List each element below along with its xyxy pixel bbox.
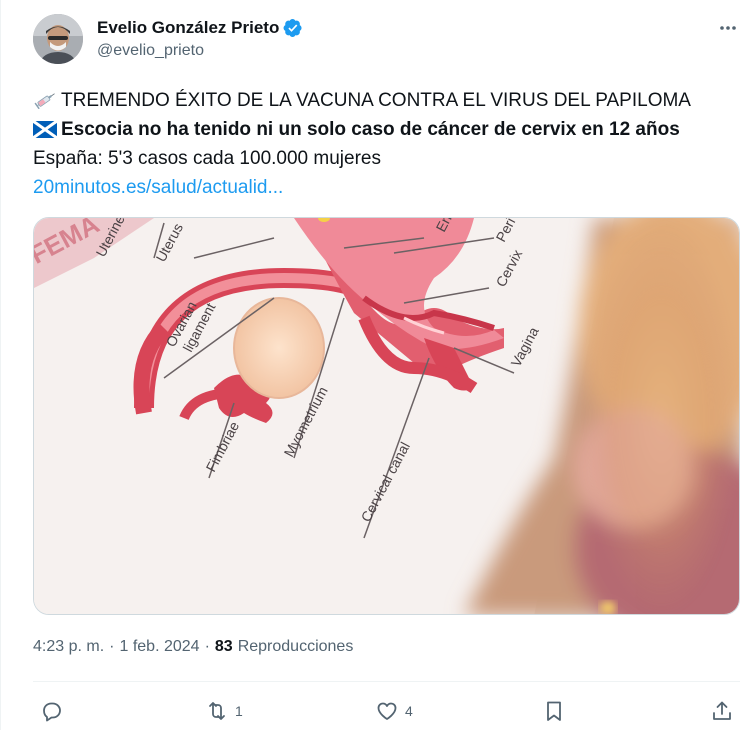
reply-icon bbox=[43, 702, 61, 722]
tweet-date[interactable]: 1 feb. 2024 bbox=[119, 638, 199, 656]
share-button[interactable] bbox=[710, 697, 734, 725]
anatomy-diagram-photo: FEMA Uterine Uterus Peri Cervix Vagina O… bbox=[34, 218, 739, 614]
divider bbox=[33, 681, 740, 682]
tweet-line-1: TREMENDO ÉXITO DE LA VACUNA CONTRA EL VI… bbox=[33, 86, 738, 115]
meta-separator: · bbox=[109, 638, 115, 655]
like-count: 4 bbox=[405, 703, 413, 719]
views-count: 83 bbox=[214, 638, 233, 655]
retweet-icon bbox=[209, 702, 225, 720]
views-label: Reproducciones bbox=[237, 638, 354, 655]
tweet-media-image[interactable]: FEMA Uterine Uterus Peri Cervix Vagina O… bbox=[33, 217, 740, 615]
heart-icon bbox=[377, 702, 397, 720]
retweet-button[interactable]: 1 bbox=[205, 697, 243, 725]
share-icon bbox=[713, 701, 731, 720]
avatar-image bbox=[33, 14, 83, 64]
tweet-link-line: 20minutos.es/salud/actualid... bbox=[33, 173, 738, 202]
bookmark-icon bbox=[547, 701, 561, 721]
tweet-card: Evelio González Prieto @evelio_prieto TR… bbox=[0, 0, 752, 730]
scotland-flag-icon bbox=[33, 121, 57, 138]
retweet-count: 1 bbox=[235, 703, 243, 719]
tweet-line-1-text: TREMENDO ÉXITO DE LA VACUNA CONTRA EL VI… bbox=[61, 90, 691, 111]
tweet-line-3-text: España: 5'3 casos cada 100.000 mujeres bbox=[33, 148, 381, 169]
author-handle[interactable]: @evelio_prieto bbox=[97, 42, 204, 60]
tweet-meta: 4:23 p. m. · 1 feb. 2024 · 83 Reproducci… bbox=[33, 638, 353, 656]
reply-button[interactable] bbox=[39, 697, 69, 725]
avatar[interactable] bbox=[33, 14, 83, 64]
author-name-row[interactable]: Evelio González Prieto bbox=[97, 16, 303, 40]
tweet-line-3: España: 5'3 casos cada 100.000 mujeres bbox=[33, 144, 738, 173]
meta-separator-2: · bbox=[204, 638, 210, 655]
tweet-time[interactable]: 4:23 p. m. bbox=[33, 638, 104, 656]
more-options-button[interactable] bbox=[714, 14, 742, 42]
display-name[interactable]: Evelio González Prieto bbox=[97, 18, 279, 38]
verified-badge-icon bbox=[283, 19, 302, 37]
syringe-icon bbox=[34, 93, 55, 109]
bookmark-button[interactable] bbox=[542, 697, 566, 725]
tweet-line-2-text: Escocia no ha tenido ni un solo caso de … bbox=[61, 119, 680, 140]
tweet-line-2: Escocia no ha tenido ni un solo caso de … bbox=[33, 115, 738, 144]
more-horizontal-icon bbox=[720, 26, 736, 30]
like-button[interactable]: 4 bbox=[375, 697, 413, 725]
tweet-text: TREMENDO ÉXITO DE LA VACUNA CONTRA EL VI… bbox=[33, 86, 738, 202]
article-link[interactable]: 20minutos.es/salud/actualid... bbox=[33, 173, 283, 202]
